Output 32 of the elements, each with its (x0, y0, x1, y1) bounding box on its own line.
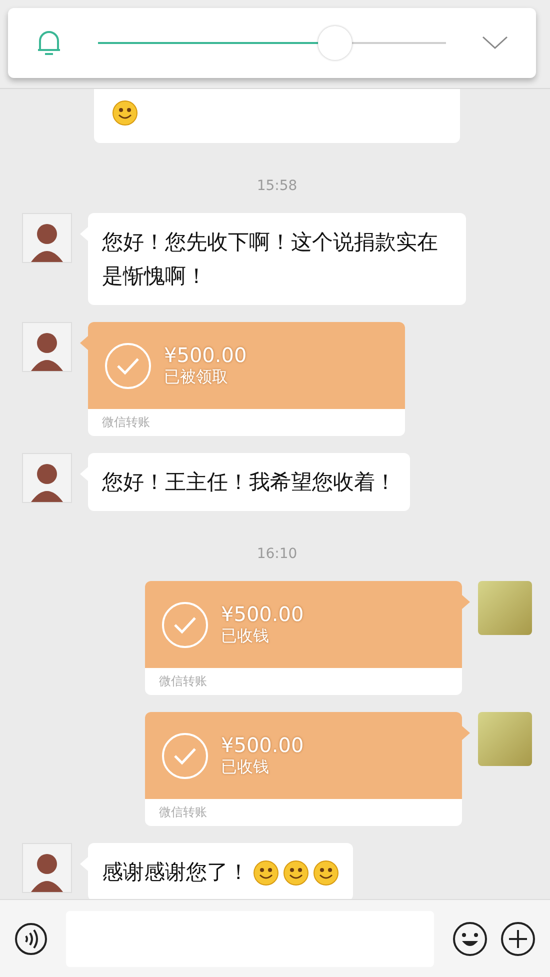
avatar-icon[interactable] (22, 453, 72, 503)
smiley-icon (313, 860, 339, 886)
transfer-card[interactable]: ¥500.00 已被领取 微信转账 (88, 322, 405, 436)
transfer-amount: ¥500.00 (221, 733, 304, 757)
transfer-status: 已收钱 (221, 626, 270, 647)
transfer-card[interactable]: ¥500.00 已收钱 微信转账 (145, 581, 462, 695)
message-bubble: 您好！您先收下啊！这个说捐款实在是惭愧啊！ (88, 213, 466, 305)
voice-icon[interactable] (14, 922, 48, 956)
smiley-icon (253, 860, 279, 886)
chevron-down-icon[interactable] (482, 36, 508, 50)
transfer-card[interactable]: ¥500.00 已收钱 微信转账 (145, 712, 462, 826)
transfer-label: 微信转账 (158, 804, 208, 821)
check-circle-icon (161, 732, 209, 780)
smiley-icon (112, 100, 138, 126)
transfer-label: 微信转账 (101, 414, 151, 431)
transfer-status: 已收钱 (221, 757, 270, 778)
transfer-status: 已被领取 (164, 367, 229, 388)
timestamp: 16:10 (256, 546, 298, 562)
avatar-icon[interactable] (22, 322, 72, 372)
check-circle-icon (161, 600, 209, 648)
transfer-amount: ¥500.00 (164, 343, 247, 367)
smiley-icon (283, 860, 309, 886)
message-bubble: 您好！王主任！我希望您收着！ (88, 453, 410, 511)
check-circle-icon (104, 342, 152, 390)
plus-icon[interactable] (500, 920, 536, 956)
transfer-amount: ¥500.00 (221, 602, 304, 626)
message-bubble: 感谢感谢您了！ (88, 843, 353, 899)
transfer-label: 微信转账 (158, 673, 208, 690)
timestamp: 15:58 (256, 178, 298, 194)
smiley-face-icon[interactable] (452, 920, 488, 956)
avatar-icon[interactable] (22, 843, 72, 893)
avatar-icon[interactable] (22, 213, 72, 263)
